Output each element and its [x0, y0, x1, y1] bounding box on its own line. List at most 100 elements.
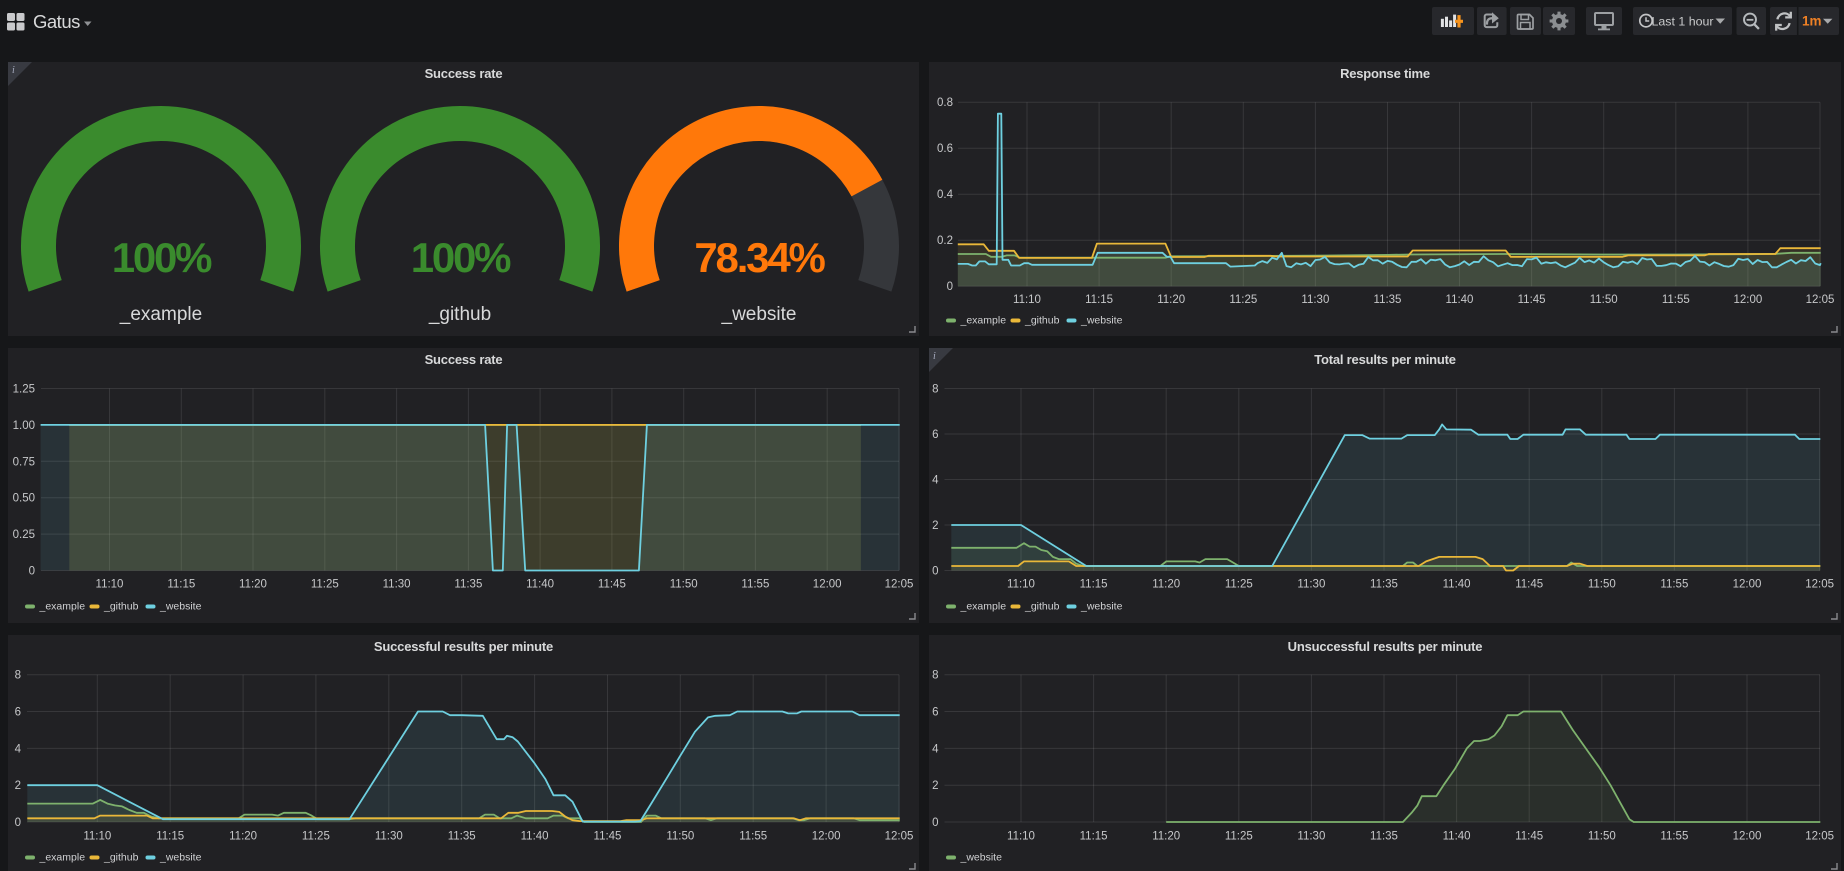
svg-text:_github: _github: [1024, 315, 1060, 327]
svg-text:11:40: 11:40: [1446, 294, 1474, 306]
svg-text:1.25: 1.25: [13, 384, 35, 396]
svg-text:Success rate: Success rate: [425, 66, 503, 81]
svg-text:11:45: 11:45: [1518, 294, 1546, 306]
svg-text:11:55: 11:55: [739, 831, 767, 843]
svg-text:i: i: [12, 65, 15, 76]
svg-text:11:25: 11:25: [302, 831, 330, 843]
svg-text:0: 0: [932, 817, 938, 829]
svg-text:_example: _example: [960, 601, 1007, 613]
svg-text:_github: _github: [428, 304, 491, 325]
svg-text:11:20: 11:20: [1152, 831, 1180, 843]
svg-text:11:15: 11:15: [1080, 831, 1108, 843]
svg-text:Successful results per minute: Successful results per minute: [374, 639, 553, 654]
svg-text:11:50: 11:50: [1588, 831, 1616, 843]
svg-text:11:45: 11:45: [594, 831, 622, 843]
svg-text:11:50: 11:50: [666, 831, 694, 843]
svg-text:Unsuccessful results per minut: Unsuccessful results per minute: [1288, 639, 1483, 654]
svg-text:8: 8: [15, 670, 21, 682]
svg-text:11:25: 11:25: [311, 579, 339, 591]
svg-text:12:00: 12:00: [1733, 579, 1762, 591]
svg-text:0.8: 0.8: [937, 97, 953, 109]
svg-text:0.25: 0.25: [13, 529, 35, 541]
svg-text:11:35: 11:35: [1374, 294, 1402, 306]
svg-text:78.34%: 78.34%: [694, 234, 825, 281]
svg-text:11:50: 11:50: [670, 579, 698, 591]
svg-text:8: 8: [932, 384, 938, 396]
svg-text:11:55: 11:55: [741, 579, 769, 591]
svg-text:11:25: 11:25: [1225, 831, 1253, 843]
svg-text:_example: _example: [39, 852, 86, 864]
svg-text:1m: 1m: [1802, 14, 1822, 29]
svg-text:0: 0: [932, 566, 938, 578]
svg-text:Gatus: Gatus: [33, 11, 80, 32]
svg-text:11:20: 11:20: [229, 831, 257, 843]
svg-text:Success rate: Success rate: [425, 352, 503, 367]
svg-text:Last 1 hour: Last 1 hour: [1652, 15, 1714, 29]
svg-text:11:25: 11:25: [1229, 294, 1257, 306]
svg-text:11:55: 11:55: [1660, 831, 1688, 843]
svg-text:11:15: 11:15: [1085, 294, 1113, 306]
svg-text:11:40: 11:40: [521, 831, 549, 843]
svg-text:11:40: 11:40: [1443, 579, 1471, 591]
svg-text:12:05: 12:05: [885, 831, 914, 843]
svg-text:_website: _website: [1080, 315, 1123, 327]
svg-text:11:20: 11:20: [1157, 294, 1185, 306]
svg-text:11:35: 11:35: [1370, 579, 1398, 591]
svg-text:_website: _website: [159, 852, 202, 864]
svg-text:0.50: 0.50: [13, 493, 35, 505]
svg-text:12:05: 12:05: [1806, 294, 1835, 306]
svg-text:_example: _example: [119, 304, 202, 325]
svg-text:100%: 100%: [112, 234, 212, 281]
svg-text:0: 0: [15, 817, 21, 829]
svg-text:0.75: 0.75: [13, 456, 35, 468]
svg-text:12:00: 12:00: [1734, 294, 1763, 306]
svg-text:11:25: 11:25: [1225, 579, 1253, 591]
svg-text:_github: _github: [103, 852, 139, 864]
svg-text:11:10: 11:10: [1007, 579, 1035, 591]
svg-text:6: 6: [15, 707, 21, 719]
svg-text:0: 0: [947, 281, 953, 293]
svg-text:Total results per minute: Total results per minute: [1314, 352, 1456, 367]
svg-text:12:00: 12:00: [1733, 831, 1762, 843]
svg-text:11:30: 11:30: [383, 579, 411, 591]
svg-text:4: 4: [932, 475, 939, 487]
svg-text:11:35: 11:35: [1370, 831, 1398, 843]
svg-text:11:15: 11:15: [167, 579, 195, 591]
svg-text:11:50: 11:50: [1588, 579, 1616, 591]
svg-text:_website: _website: [1080, 601, 1123, 613]
svg-text:2: 2: [932, 520, 938, 532]
svg-text:6: 6: [932, 707, 938, 719]
svg-text:11:20: 11:20: [1152, 579, 1180, 591]
svg-text:_github: _github: [1024, 601, 1060, 613]
svg-text:0.2: 0.2: [937, 235, 953, 247]
svg-text:11:55: 11:55: [1660, 579, 1688, 591]
svg-text:12:00: 12:00: [812, 831, 841, 843]
svg-text:11:35: 11:35: [454, 579, 482, 591]
svg-text:_github: _github: [103, 601, 139, 613]
svg-text:12:05: 12:05: [1805, 831, 1834, 843]
svg-text:0.6: 0.6: [937, 143, 953, 155]
svg-text:4: 4: [15, 743, 22, 755]
svg-text:11:40: 11:40: [526, 579, 554, 591]
svg-text:11:45: 11:45: [1515, 579, 1543, 591]
svg-text:100%: 100%: [411, 234, 511, 281]
svg-text:_website: _website: [721, 304, 797, 325]
svg-text:12:05: 12:05: [885, 579, 914, 591]
svg-text:i: i: [933, 351, 936, 362]
svg-text:_website: _website: [960, 852, 1003, 864]
svg-text:6: 6: [932, 429, 938, 441]
svg-text:_example: _example: [960, 315, 1007, 327]
svg-text:11:10: 11:10: [1007, 831, 1035, 843]
svg-text:11:10: 11:10: [83, 831, 111, 843]
svg-text:11:55: 11:55: [1662, 294, 1690, 306]
svg-text:2: 2: [932, 780, 938, 792]
svg-text:2: 2: [15, 780, 21, 792]
svg-text:11:40: 11:40: [1443, 831, 1471, 843]
svg-text:11:30: 11:30: [1301, 294, 1329, 306]
svg-text:1.00: 1.00: [13, 420, 35, 432]
svg-text:11:15: 11:15: [1080, 579, 1108, 591]
svg-text:11:35: 11:35: [448, 831, 476, 843]
svg-text:8: 8: [932, 670, 938, 682]
svg-text:Response time: Response time: [1340, 66, 1430, 81]
svg-text:12:00: 12:00: [813, 579, 842, 591]
